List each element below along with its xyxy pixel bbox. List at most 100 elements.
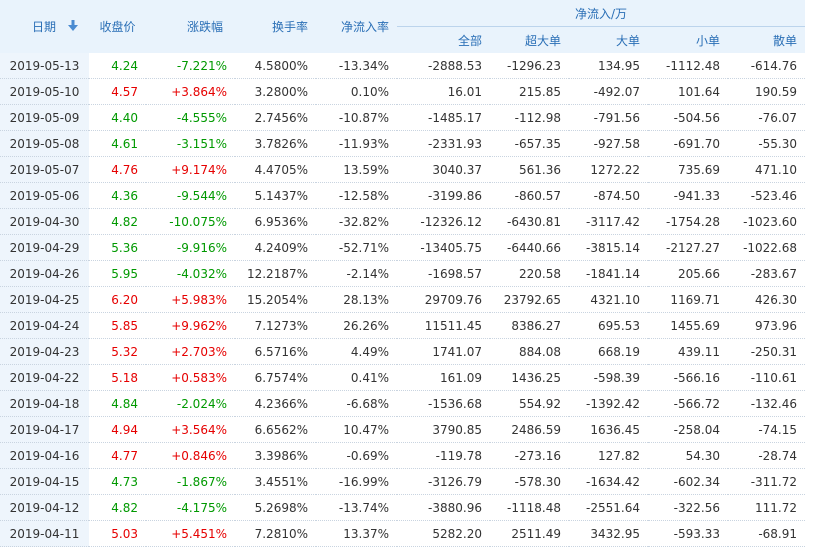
table-row: 2019-04-17 4.94 +3.564% 6.6562% 10.47% 3790.8…	[0, 416, 806, 443]
cell-net-all: 161.09	[397, 364, 490, 391]
cell-net-all: -3199.86	[397, 182, 490, 209]
cell-change: -10.075%	[146, 208, 235, 235]
cell-net-all: -2331.93	[397, 130, 490, 157]
cell-net-small: -322.56	[648, 494, 728, 521]
cell-net-retail: -74.15	[728, 416, 806, 443]
header-close[interactable]: 收盘价	[89, 0, 146, 53]
cell-net-ratio: -52.71%	[316, 234, 397, 261]
cell-net-ratio: 4.49%	[316, 338, 397, 365]
cell-net-retail: -311.72	[728, 468, 806, 495]
cell-net-small: -602.34	[648, 468, 728, 495]
cell-close: 4.24	[89, 53, 146, 79]
cell-change: +9.962%	[146, 312, 235, 339]
header-date-label: 日期	[32, 20, 57, 34]
table-row: 2019-04-26 5.95 -4.032% 12.2187% -2.14% -1698…	[0, 260, 806, 287]
cell-close: 4.61	[89, 130, 146, 157]
cell-net-large: 668.19	[569, 338, 648, 365]
cell-net-small: 205.66	[648, 260, 728, 287]
sort-down-icon[interactable]	[67, 20, 78, 35]
header-all-label: 全部	[457, 33, 482, 48]
header-change-label: 涨跌幅	[186, 20, 223, 34]
cell-date: 2019-04-17	[0, 416, 89, 443]
cell-net-super-large: -1118.48	[490, 494, 569, 521]
cell-net-all: 1741.07	[397, 338, 490, 365]
cell-net-all: 3040.37	[397, 156, 490, 183]
cell-net-ratio: -32.82%	[316, 208, 397, 235]
cell-net-small: 1455.69	[648, 312, 728, 339]
cell-net-large: -1634.42	[569, 468, 648, 495]
cell-net-retail: 471.10	[728, 156, 806, 183]
cell-net-small: 54.30	[648, 442, 728, 469]
cell-net-all: -12326.12	[397, 208, 490, 235]
cell-close: 4.40	[89, 104, 146, 131]
header-turnover[interactable]: 换手率	[235, 0, 316, 53]
cell-net-all: -1485.17	[397, 104, 490, 131]
cell-net-all: 29709.76	[397, 286, 490, 313]
cell-net-large: -3117.42	[569, 208, 648, 235]
cell-net-small: -504.56	[648, 104, 728, 131]
cell-close: 4.94	[89, 416, 146, 443]
cell-net-super-large: -1296.23	[490, 53, 569, 79]
header-turnover-label: 换手率	[271, 20, 308, 34]
cell-net-super-large: -860.57	[490, 182, 569, 209]
cell-turnover: 3.4551%	[235, 468, 316, 495]
cell-turnover: 4.4705%	[235, 156, 316, 183]
header-change[interactable]: 涨跌幅	[146, 0, 235, 53]
cell-turnover: 6.6562%	[235, 416, 316, 443]
table-row: 2019-04-16 4.77 +0.846% 3.3986% -0.69% -119.7…	[0, 442, 806, 469]
fund-flow-table: 日期 收盘价 涨跌幅 换手率 净流入率 净流入/万 全部 超大单 大单 小单 散…	[0, 0, 806, 547]
table-row: 2019-05-10 4.57 +3.864% 3.2800% 0.10% 16.01 21…	[0, 78, 806, 105]
header-super-large[interactable]: 超大单	[490, 26, 569, 53]
cell-turnover: 7.1273%	[235, 312, 316, 339]
cell-net-large: -874.50	[569, 182, 648, 209]
cell-turnover: 4.5800%	[235, 53, 316, 79]
cell-net-ratio: 13.59%	[316, 156, 397, 183]
cell-change: -4.555%	[146, 104, 235, 131]
cell-net-small: -566.72	[648, 390, 728, 417]
cell-date: 2019-05-07	[0, 156, 89, 183]
cell-net-super-large: -6430.81	[490, 208, 569, 235]
cell-turnover: 3.3986%	[235, 442, 316, 469]
cell-turnover: 4.2366%	[235, 390, 316, 417]
cell-net-retail: 111.72	[728, 494, 806, 521]
cell-net-large: 1272.22	[569, 156, 648, 183]
cell-change: +3.564%	[146, 416, 235, 443]
header-net-ratio[interactable]: 净流入率	[316, 0, 397, 53]
cell-change: +3.864%	[146, 78, 235, 105]
header-small[interactable]: 小单	[648, 26, 728, 53]
header-all[interactable]: 全部	[397, 26, 490, 53]
cell-turnover: 7.2810%	[235, 520, 316, 547]
cell-net-large: -927.58	[569, 130, 648, 157]
header-date[interactable]: 日期	[0, 0, 89, 53]
cell-turnover: 5.1437%	[235, 182, 316, 209]
cell-turnover: 6.7574%	[235, 364, 316, 391]
cell-date: 2019-04-24	[0, 312, 89, 339]
header-large-label: 大单	[615, 33, 640, 48]
cell-net-super-large: 561.36	[490, 156, 569, 183]
cell-net-ratio: 10.47%	[316, 416, 397, 443]
cell-close: 4.36	[89, 182, 146, 209]
cell-net-retail: -614.76	[728, 53, 806, 79]
cell-change: -4.032%	[146, 260, 235, 287]
cell-date: 2019-04-26	[0, 260, 89, 287]
cell-net-all: 3790.85	[397, 416, 490, 443]
table-row: 2019-04-25 6.20 +5.983% 15.2054% 28.13% 29709…	[0, 286, 806, 313]
header-retail[interactable]: 散单	[728, 26, 806, 53]
cell-close: 4.84	[89, 390, 146, 417]
table-row: 2019-04-11 5.03 +5.451% 7.2810% 13.37% 5282.2…	[0, 520, 806, 547]
cell-net-all: -2888.53	[397, 53, 490, 79]
cell-net-small: -1754.28	[648, 208, 728, 235]
cell-net-ratio: -0.69%	[316, 442, 397, 469]
cell-net-ratio: -13.74%	[316, 494, 397, 521]
cell-net-super-large: 215.85	[490, 78, 569, 105]
cell-net-ratio: 28.13%	[316, 286, 397, 313]
cell-net-small: -2127.27	[648, 234, 728, 261]
cell-net-super-large: -657.35	[490, 130, 569, 157]
cell-net-super-large: -6440.66	[490, 234, 569, 261]
cell-net-super-large: 884.08	[490, 338, 569, 365]
cell-net-large: -492.07	[569, 78, 648, 105]
header-large[interactable]: 大单	[569, 26, 648, 53]
cell-close: 5.32	[89, 338, 146, 365]
cell-date: 2019-04-30	[0, 208, 89, 235]
cell-net-retail: -76.07	[728, 104, 806, 131]
